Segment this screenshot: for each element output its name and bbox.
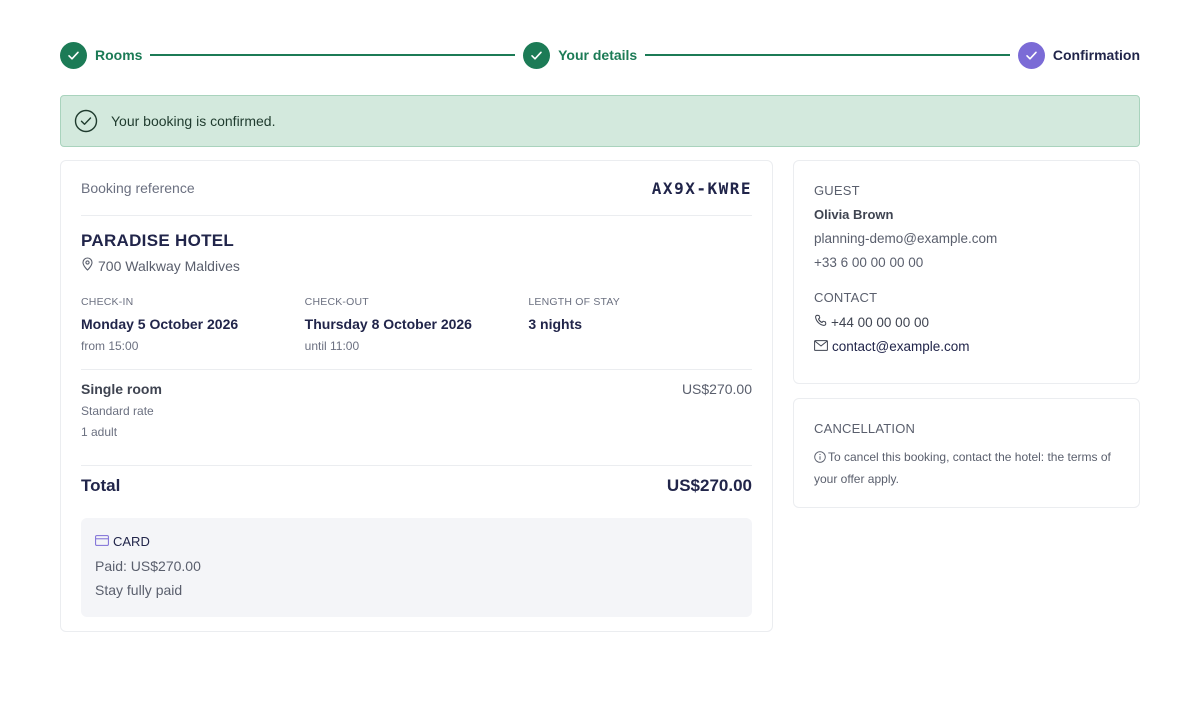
checkin-info: CHECK-IN Monday 5 October 2026 from 15:0… xyxy=(81,296,305,353)
contact-email[interactable]: contact@example.com xyxy=(814,339,1119,354)
payment-summary: CARD Paid: US$270.00 Stay fully paid xyxy=(81,518,752,617)
contact-section-title: CONTACT xyxy=(814,290,878,305)
location-pin-icon xyxy=(81,257,94,274)
step-your-details[interactable]: Your details xyxy=(523,41,638,69)
checkin-time: from 15:00 xyxy=(81,339,139,353)
checkin-label: CHECK-IN xyxy=(81,296,134,308)
total-value: US$270.00 xyxy=(666,476,752,495)
booking-summary-card: Booking reference AX9X-KWRE PARADISE HOT… xyxy=(60,160,773,632)
cancellation-card: CANCELLATION To cancel this booking, con… xyxy=(793,398,1140,508)
step-label: Confirmation xyxy=(1052,47,1140,63)
envelope-icon xyxy=(814,339,828,354)
checkout-label: CHECK-OUT xyxy=(304,296,369,308)
check-icon xyxy=(60,41,87,69)
cancellation-policy: To cancel this booking, contact the hote… xyxy=(814,446,1119,490)
payment-amount: Paid: US$270.00 xyxy=(95,558,201,574)
contact-phone[interactable]: +44 00 00 00 00 xyxy=(814,314,1119,330)
check-icon xyxy=(1017,41,1045,69)
step-confirmation: Confirmation xyxy=(1017,41,1140,69)
stay-dates: CHECK-IN Monday 5 October 2026 from 15:0… xyxy=(81,296,752,370)
step-connector xyxy=(645,54,1010,56)
hotel-name: PARADISE HOTEL xyxy=(81,231,235,250)
booking-reference-code[interactable]: AX9X-KWRE xyxy=(652,179,752,198)
step-rooms[interactable]: Rooms xyxy=(60,41,143,69)
cancellation-title: CANCELLATION xyxy=(814,421,916,436)
guest-section-title: GUEST xyxy=(814,183,860,198)
contact-email-link[interactable]: contact@example.com xyxy=(832,339,970,354)
room-name: Single room xyxy=(81,381,162,397)
step-label: Your details xyxy=(558,47,638,63)
guest-contact-card: GUEST Olivia Brown planning-demo@example… xyxy=(793,160,1140,384)
progress-stepper: Rooms Your details Confirmation xyxy=(60,41,1140,69)
payment-method: CARD xyxy=(95,534,738,549)
credit-card-icon xyxy=(95,534,109,549)
confirmation-alert: Your booking is confirmed. xyxy=(60,95,1140,147)
checkin-date: Monday 5 October 2026 xyxy=(81,316,239,332)
checkout-date: Thursday 8 October 2026 xyxy=(304,316,472,332)
booking-reference-label: Booking reference xyxy=(81,180,195,196)
room-price: US$270.00 xyxy=(681,381,752,397)
contact-phone-text: +44 00 00 00 00 xyxy=(831,314,929,330)
check-icon xyxy=(523,41,551,69)
check-circle-icon xyxy=(74,109,98,133)
cancellation-text: To cancel this booking, contact the hote… xyxy=(814,450,1111,486)
guest-phone: +33 6 00 00 00 00 xyxy=(814,255,924,270)
payment-status: Stay fully paid xyxy=(95,582,183,598)
room-rate: Standard rate xyxy=(81,404,154,418)
guest-name: Olivia Brown xyxy=(814,207,894,222)
room-line-item: Single room Standard rate 1 adult US$270… xyxy=(81,370,752,466)
hotel-address-text: 700 Walkway Maldives xyxy=(98,257,240,274)
total-label: Total xyxy=(81,476,121,495)
total-row: Total US$270.00 xyxy=(81,466,752,506)
step-connector xyxy=(150,54,516,56)
phone-icon xyxy=(814,314,827,330)
guest-email: planning-demo@example.com xyxy=(814,231,998,246)
booking-reference-row: Booking reference AX9X-KWRE xyxy=(81,161,752,216)
checkout-time: until 11:00 xyxy=(304,339,360,353)
alert-text: Your booking is confirmed. xyxy=(111,113,276,129)
payment-method-label: CARD xyxy=(113,534,150,549)
length-of-stay-value: 3 nights xyxy=(528,316,583,332)
room-guests: 1 adult xyxy=(81,425,118,439)
checkout-info: CHECK-OUT Thursday 8 October 2026 until … xyxy=(305,296,529,353)
hotel-address: 700 Walkway Maldives xyxy=(81,257,752,274)
info-icon xyxy=(814,451,826,463)
step-label: Rooms xyxy=(95,47,143,63)
length-of-stay-label: LENGTH OF STAY xyxy=(528,296,621,308)
length-of-stay: LENGTH OF STAY 3 nights xyxy=(528,296,752,353)
